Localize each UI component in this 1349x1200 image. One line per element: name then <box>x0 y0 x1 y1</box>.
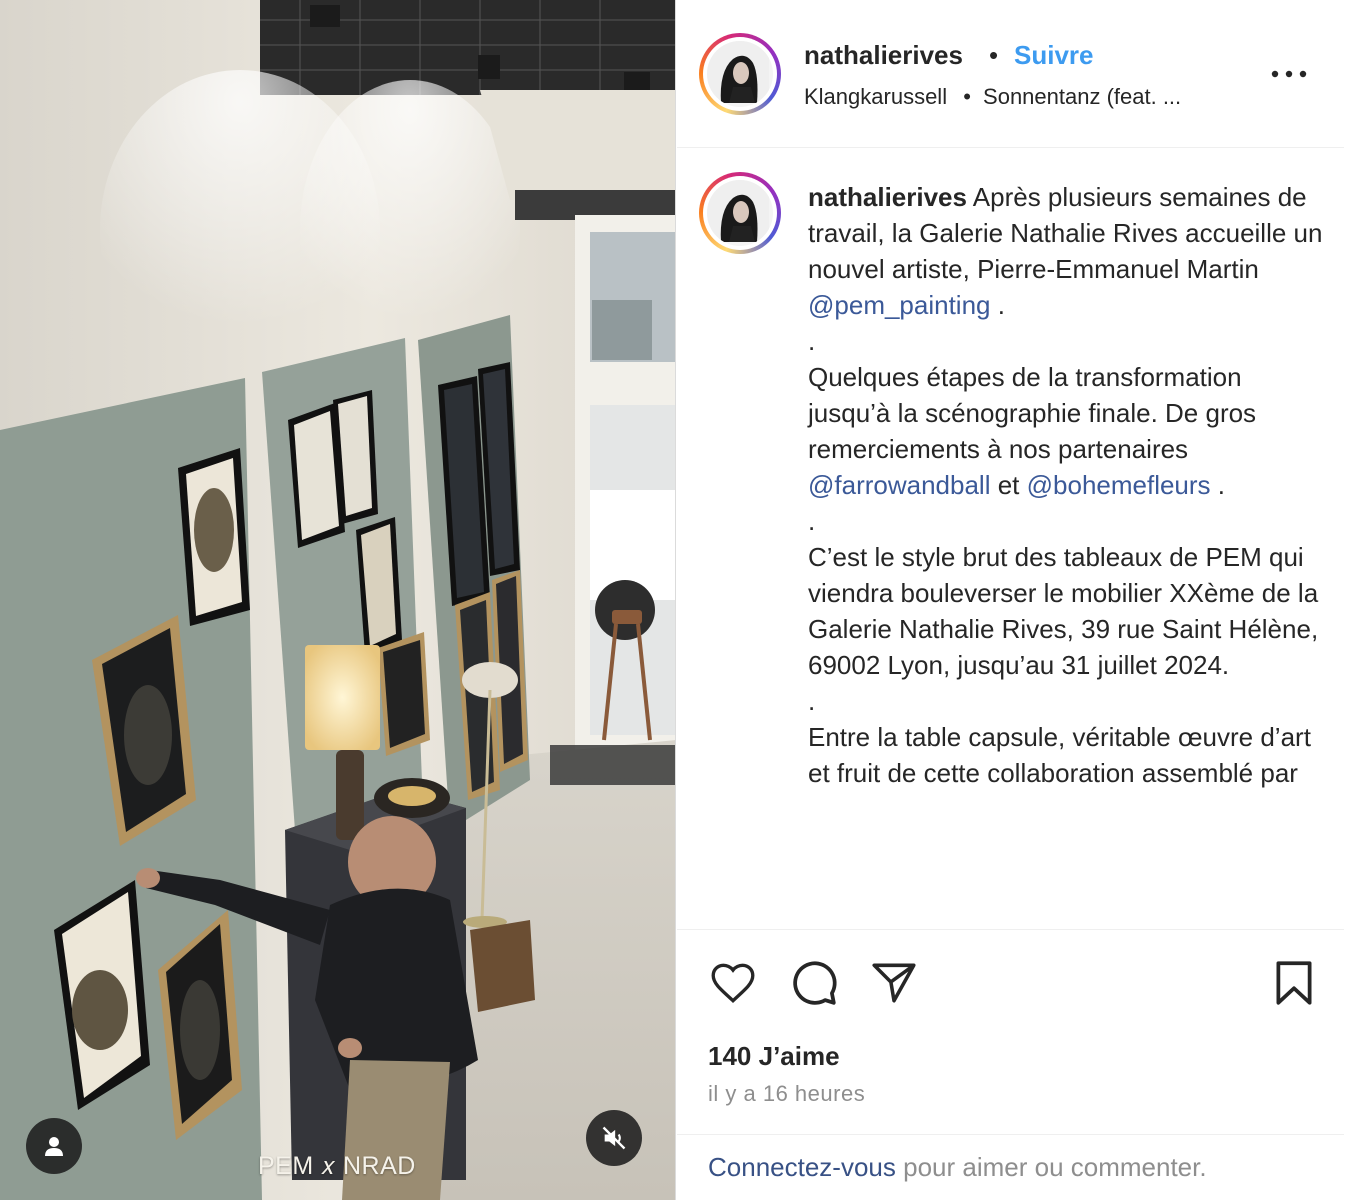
video-overlay-text: PEM 𝑥 NRAD <box>258 1152 416 1180</box>
avatar-photo <box>707 41 769 103</box>
user-silhouette-icon <box>45 1137 63 1156</box>
post-header: nathalierives • Suivre Klangkarussell • … <box>677 0 1344 148</box>
author-avatar[interactable] <box>699 33 781 115</box>
avatar-photo <box>707 180 769 242</box>
more-options-icon <box>1271 70 1307 78</box>
caption-part2-mid: et <box>990 470 1027 500</box>
login-prompt: Connectez-vous pour aimer ou commenter. <box>708 1152 1207 1183</box>
author-username[interactable]: nathalierives <box>804 40 963 71</box>
post-timestamp[interactable]: il y a 16 heures <box>708 1081 865 1107</box>
mention-farrowandball[interactable]: @farrowandball <box>808 470 990 500</box>
mention-bohemefleurs[interactable]: @bohemefleurs <box>1027 470 1211 500</box>
speaker-muted-icon <box>602 1126 626 1150</box>
caption-area: nathalierives Après plusieurs semaines d… <box>677 149 1344 929</box>
caption-dot-2: . <box>808 506 816 536</box>
comment-button[interactable] <box>789 958 839 1008</box>
comment-bubble-icon <box>793 961 837 1005</box>
audio-attribution[interactable]: Klangkarussell • Sonnentanz (feat. ... <box>804 84 1181 110</box>
caption-text: nathalierives Après plusieurs semaines d… <box>808 179 1328 791</box>
audio-separator: • <box>963 84 971 109</box>
audio-artist[interactable]: Klangkarussell <box>804 84 947 109</box>
caption-dot-3: . <box>808 686 816 716</box>
login-link[interactable]: Connectez-vous <box>708 1152 896 1182</box>
login-prompt-rest: pour aimer ou commenter. <box>895 1152 1207 1182</box>
share-button[interactable] <box>869 958 919 1008</box>
caption-part1-end: . <box>990 290 1005 320</box>
caption-part4: Entre la table capsule, véritable œuvre … <box>808 722 1311 788</box>
caption-part3: C’est le style brut des tableaux de PEM … <box>808 542 1319 680</box>
save-button[interactable] <box>1269 958 1319 1008</box>
caption-part2-end: . <box>1210 470 1226 500</box>
mention-pem-painting[interactable]: @pem_painting <box>808 290 991 320</box>
caption-author-avatar[interactable] <box>699 172 781 254</box>
caption-dot-1: . <box>808 326 816 356</box>
heart-icon <box>711 963 755 1003</box>
gallery-video-frame <box>0 0 675 1200</box>
more-options-button[interactable] <box>1269 62 1309 86</box>
caption-username[interactable]: nathalierives <box>808 182 967 212</box>
tagged-users-button[interactable] <box>26 1118 82 1174</box>
like-button[interactable] <box>708 958 758 1008</box>
header-separator: • <box>989 40 999 70</box>
mute-toggle-button[interactable] <box>586 1110 642 1166</box>
likes-count[interactable]: 140 J’aime <box>708 1041 840 1072</box>
post-side-panel: nathalierives • Suivre Klangkarussell • … <box>677 0 1349 1200</box>
audio-track[interactable]: Sonnentanz (feat. ... <box>983 84 1181 109</box>
post-actions: 140 J’aime il y a 16 heures <box>677 929 1344 1135</box>
follow-button[interactable]: Suivre <box>1014 40 1094 71</box>
paper-plane-icon <box>872 963 916 1003</box>
post-media[interactable]: PEM 𝑥 NRAD <box>0 0 676 1200</box>
caption-part2: Quelques étapes de la transformation jus… <box>808 362 1257 464</box>
bookmark-icon <box>1276 961 1312 1005</box>
